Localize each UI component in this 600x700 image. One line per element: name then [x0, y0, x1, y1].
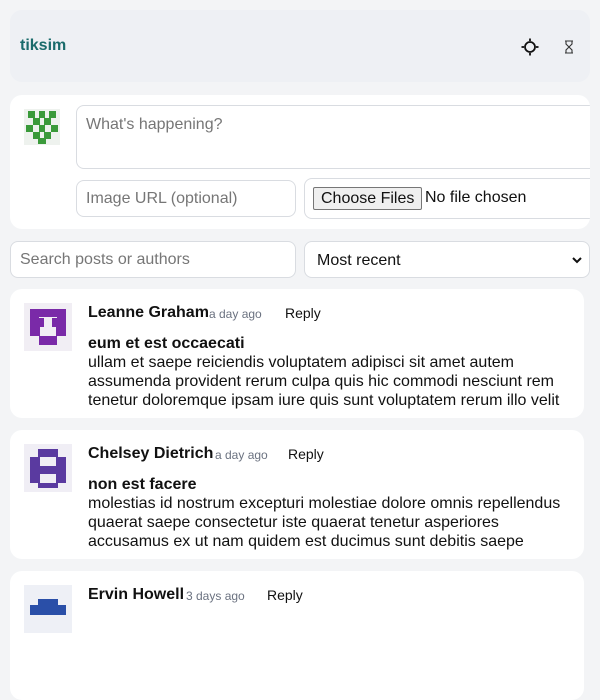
author-avatar[interactable] [24, 303, 72, 351]
file-picker: Choose Files No file chosen [304, 178, 590, 219]
post-body: molestias id nostrum excepturi molestiae… [88, 495, 561, 550]
hourglass-icon[interactable] [559, 37, 579, 57]
file-status-text: No file chosen [425, 189, 527, 206]
search-input[interactable] [10, 241, 296, 278]
post-timestamp: a day ago [215, 448, 268, 462]
chevron-down-icon [572, 257, 582, 264]
post-author[interactable]: Chelsey Dietrich [88, 445, 213, 463]
app-brand[interactable]: tiksim [20, 37, 66, 55]
post-card: Ervin Howell 3 days ago Reply [10, 571, 584, 700]
post-author[interactable]: Ervin Howell [88, 586, 184, 604]
reply-button[interactable]: Reply [288, 446, 324, 462]
post-composer: Choose Files No file chosen [10, 95, 590, 229]
author-avatar[interactable] [24, 585, 72, 633]
post-title: non est facere [88, 476, 197, 493]
user-avatar [24, 109, 60, 145]
reply-button[interactable]: Reply [267, 587, 303, 603]
sort-select[interactable]: Most recent [304, 241, 590, 278]
sun-icon[interactable] [520, 37, 540, 57]
post-timestamp: 3 days ago [186, 589, 245, 603]
post-body: ullam et saepe reiciendis voluptatem adi… [88, 354, 560, 409]
post-title: eum et est occaecati [88, 335, 245, 352]
sort-selected-value: Most recent [317, 252, 401, 269]
post-text-input[interactable] [76, 105, 590, 169]
post-card: Leanne Graham a day ago Reply eum et est… [10, 289, 584, 418]
author-avatar[interactable] [24, 444, 72, 492]
image-url-input[interactable] [76, 180, 296, 217]
reply-button[interactable]: Reply [285, 305, 321, 321]
post-card: Chelsey Dietrich a day ago Reply non est… [10, 430, 584, 559]
post-author[interactable]: Leanne Graham [88, 304, 209, 322]
app-header: tiksim [10, 10, 590, 82]
post-timestamp: a day ago [209, 307, 262, 321]
choose-files-button[interactable]: Choose Files [313, 187, 423, 210]
